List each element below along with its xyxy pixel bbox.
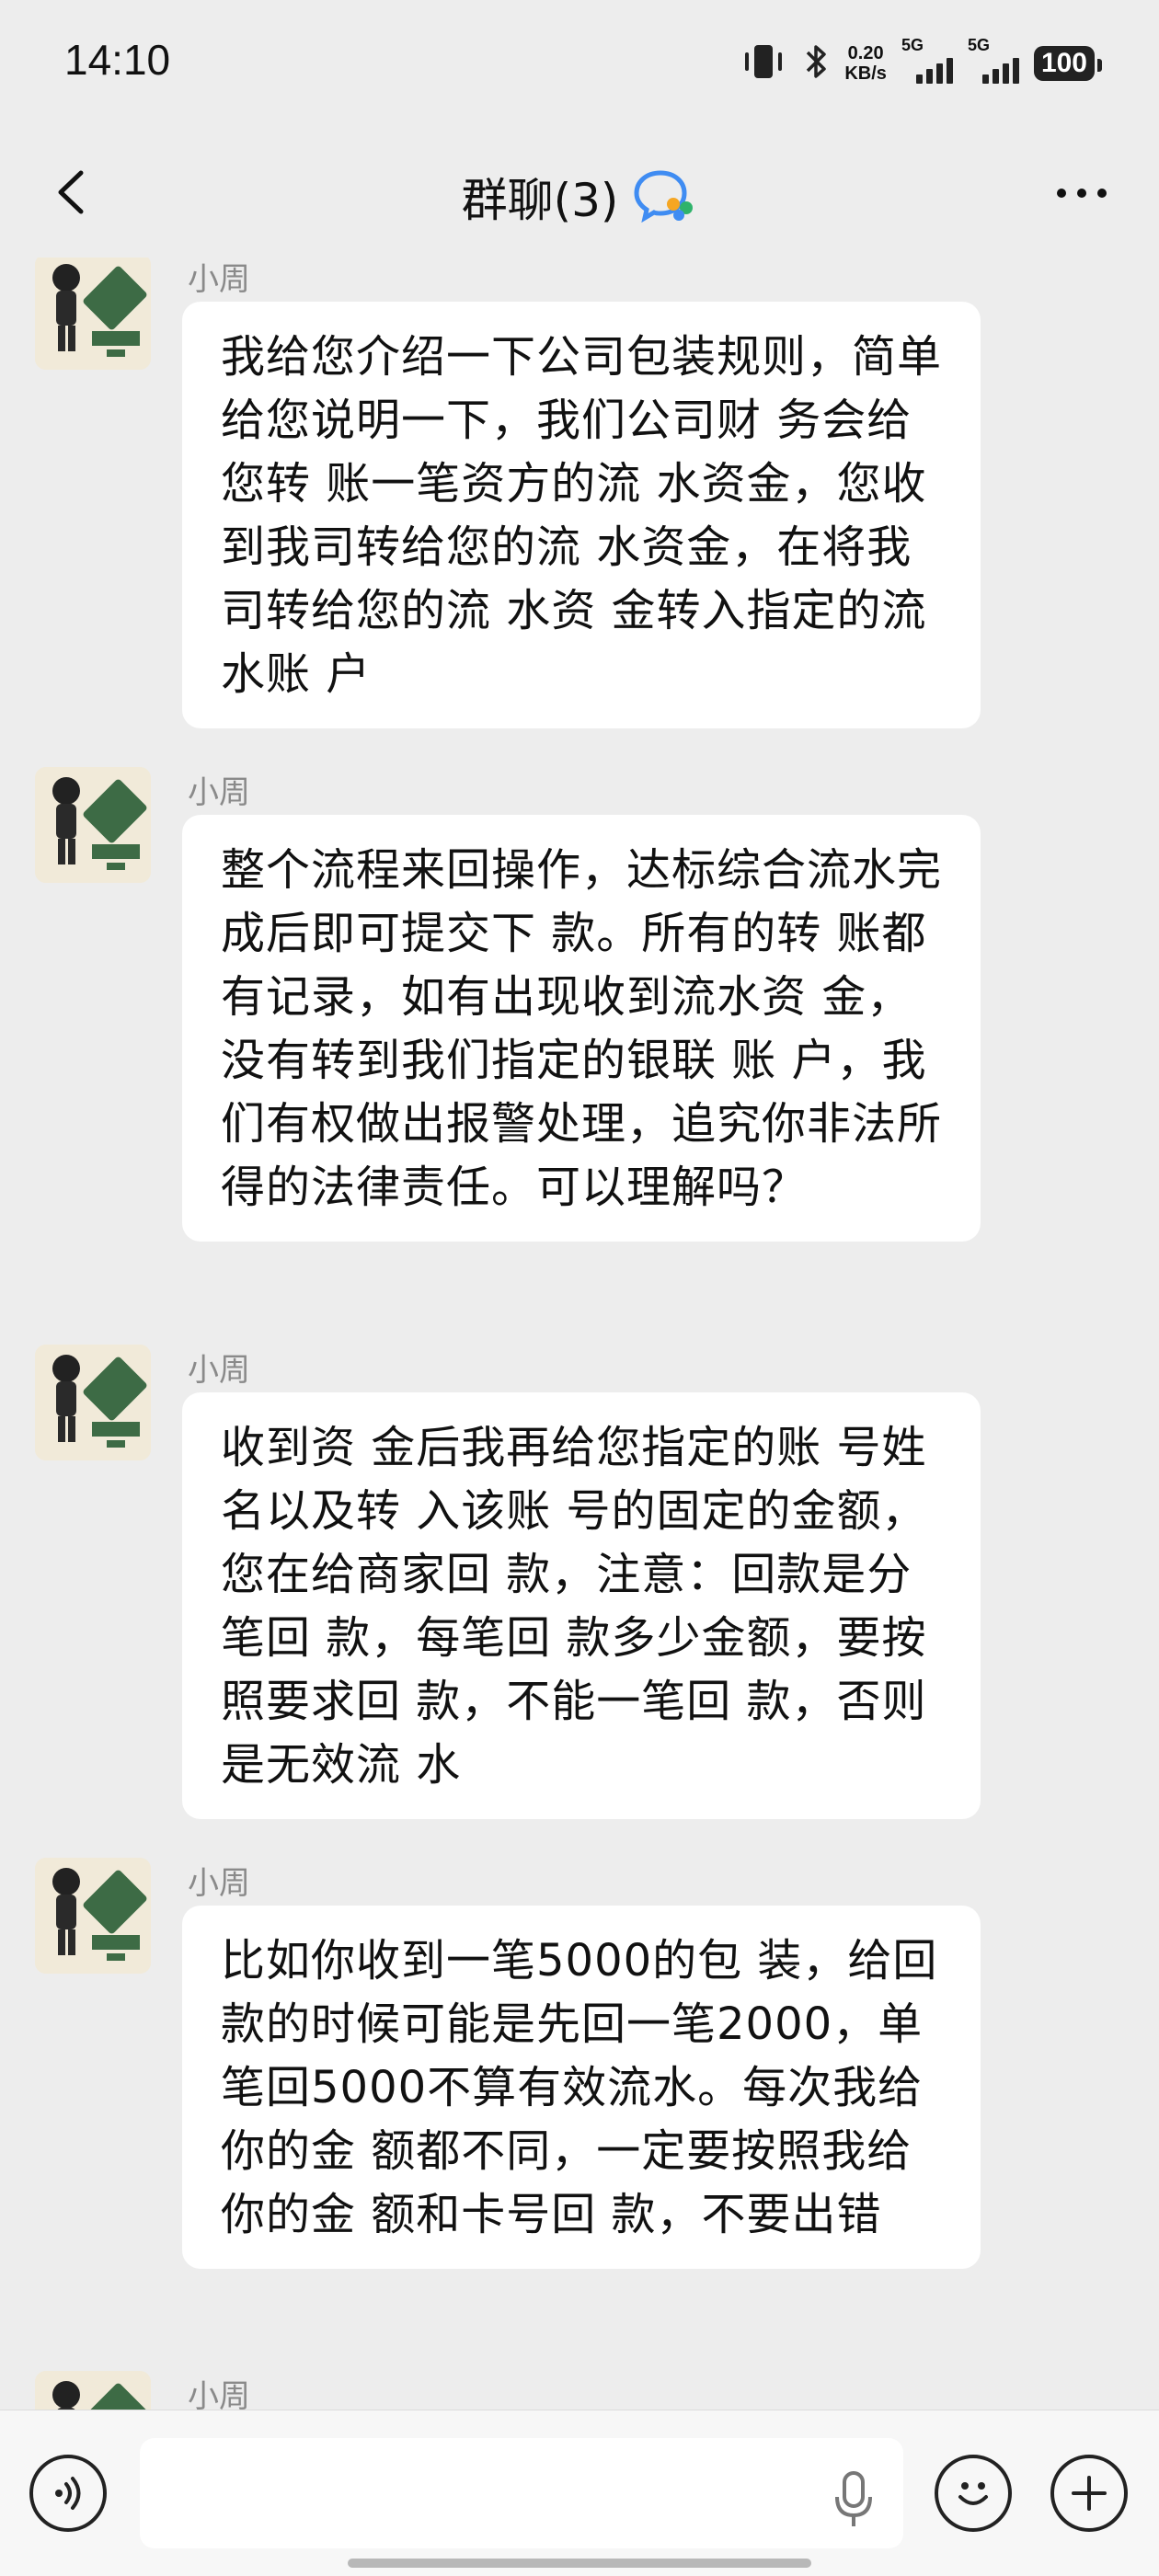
avatar[interactable]	[35, 2371, 151, 2410]
signal-sim1-icon: 5G	[901, 36, 953, 84]
chat-area[interactable]: 小周 我给您介绍一下公司包装规则，简单给您说明一下，我们公司财 务会给您转 账一…	[0, 258, 1159, 2410]
avatar[interactable]	[35, 1858, 151, 1974]
plus-icon	[1072, 2476, 1107, 2511]
message-text: 收到资 金后我再给您指定的账 号姓名以及转 入该账 号的固定的金额，您在给商家回…	[221, 1422, 927, 1791]
sender-name: 小周	[188, 774, 250, 811]
message-text: 整个流程来回操作，达标综合流水完成后即可提交下 款。所有的转 账都有记录，如有出…	[221, 844, 943, 1213]
sender-name: 小周	[188, 261, 250, 298]
more-dots-icon	[1057, 189, 1107, 198]
message-bubble[interactable]: 我给您介绍一下公司包装规则，简单给您说明一下，我们公司财 务会给您转 账一笔资方…	[182, 302, 981, 728]
message-text: 我给您介绍一下公司包装规则，简单给您说明一下，我们公司财 务会给您转 账一笔资方…	[221, 331, 943, 700]
message-bubble[interactable]: 收到资 金后我再给您指定的账 号姓名以及转 入该账 号的固定的金额，您在给商家回…	[182, 1392, 981, 1819]
voice-toggle-icon	[55, 2477, 81, 2510]
bluetooth-icon	[802, 41, 830, 86]
status-bar: 14:10 0.20 KB/s 5G 5G 100	[0, 0, 1159, 129]
avatar[interactable]	[35, 767, 151, 883]
emoji-icon	[958, 2482, 988, 2505]
input-bar	[0, 2410, 1159, 2576]
message-input[interactable]	[140, 2438, 903, 2548]
chat-title: 群聊(3)	[461, 174, 619, 227]
group-chat-icon	[633, 167, 697, 226]
message-text: 比如你收到一笔5000的包 装，给回 款的时候可能是先回一笔2000，单笔回50…	[221, 1935, 938, 2240]
message-bubble[interactable]: 整个流程来回操作，达标综合流水完成后即可提交下 款。所有的转 账都有记录，如有出…	[182, 815, 981, 1242]
home-indicator[interactable]	[348, 2559, 811, 2568]
title-group[interactable]: 群聊(3)	[0, 164, 1159, 230]
vibrate-icon	[740, 41, 787, 86]
microphone-icon	[835, 2471, 872, 2526]
message-bubble[interactable]: 比如你收到一笔5000的包 装，给回 款的时候可能是先回一笔2000，单笔回50…	[182, 1906, 981, 2269]
emoji-button[interactable]	[935, 2455, 1012, 2532]
nav-bar: 群聊(3)	[0, 129, 1159, 258]
status-icons: 0.20 KB/s 5G 5G 100	[740, 31, 1103, 96]
status-time: 14:10	[64, 36, 171, 84]
battery-indicator: 100	[1033, 46, 1103, 81]
avatar[interactable]	[35, 258, 151, 370]
network-speed: 0.20 KB/s	[844, 43, 887, 84]
sender-name: 小周	[188, 1865, 250, 1902]
sender-name: 小周	[188, 2378, 250, 2410]
mic-button[interactable]	[828, 2467, 879, 2530]
more-button[interactable]	[1045, 166, 1119, 221]
sender-name: 小周	[188, 1352, 250, 1389]
signal-sim2-icon: 5G	[968, 36, 1019, 84]
voice-toggle-button[interactable]	[29, 2455, 107, 2532]
avatar[interactable]	[35, 1345, 151, 1460]
plus-button[interactable]	[1050, 2455, 1128, 2532]
